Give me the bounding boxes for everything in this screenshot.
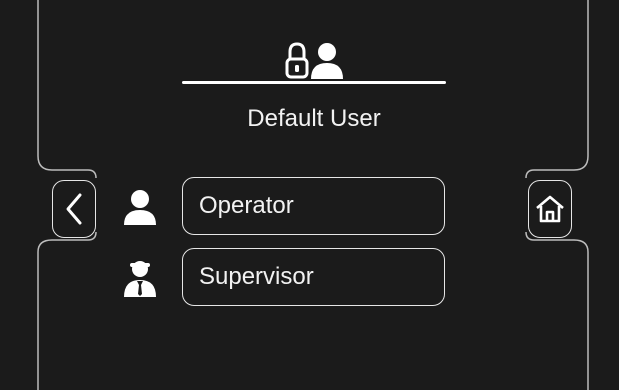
operator-button[interactable]: Operator <box>182 177 445 235</box>
back-button[interactable] <box>52 180 96 238</box>
operator-user-icon <box>124 190 156 225</box>
current-user-label: Default User <box>247 105 381 132</box>
supervisor-button[interactable]: Supervisor <box>182 248 445 306</box>
chevron-left-icon <box>66 193 82 225</box>
home-button[interactable] <box>528 180 572 238</box>
user-login-screen: Default User Operator Supervisor <box>0 0 619 390</box>
lock-user-icon <box>285 42 343 79</box>
supervisor-user-icon <box>124 261 156 297</box>
header-divider <box>182 81 446 84</box>
home-icon <box>536 195 564 223</box>
